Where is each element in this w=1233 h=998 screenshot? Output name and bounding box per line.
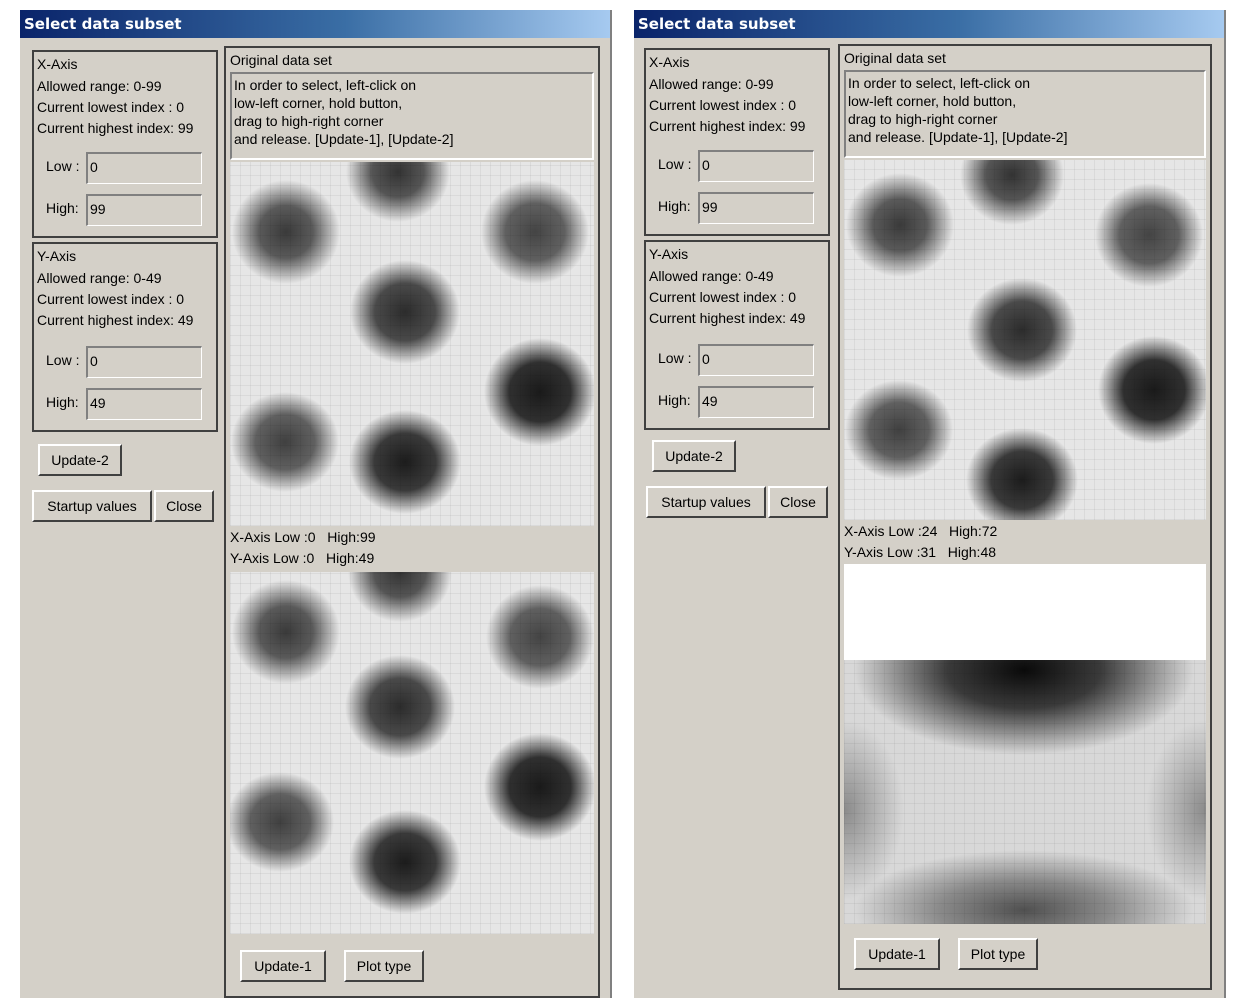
selection-y-readout: Y-Axis Low :0 High:49 — [230, 550, 374, 566]
selection-y-high: High:48 — [947, 544, 997, 560]
plot-pixel-grid — [844, 660, 1206, 924]
startup-values-button[interactable]: Startup values — [32, 490, 152, 522]
y-low-input[interactable]: 0 — [698, 344, 814, 376]
selection-x-low: X-Axis Low :24 — [844, 523, 938, 539]
selection-x-high: High:72 — [949, 523, 998, 539]
original-data-title: Original data set — [230, 52, 332, 68]
blank-plot-area — [844, 564, 1206, 660]
instruction-line: low-left corner, hold button, — [234, 95, 403, 111]
selection-x-readout: X-Axis Low :0 High:99 — [230, 529, 376, 545]
update-1-button[interactable]: Update-1 — [854, 938, 940, 970]
y-high-input[interactable]: 49 — [86, 388, 202, 420]
subset-data-plot — [844, 660, 1206, 924]
instruction-line: drag to high-right corner — [234, 113, 384, 129]
y-current-lowest: Current lowest index : 0 — [649, 289, 797, 305]
x-current-lowest: Current lowest index : 0 — [37, 99, 185, 115]
x-high-input[interactable]: 99 — [86, 194, 202, 226]
instruction-line: In order to select, left-click on — [848, 75, 1031, 91]
original-data-title: Original data set — [844, 50, 946, 66]
instruction-line: In order to select, left-click on — [234, 77, 417, 93]
original-data-plot[interactable] — [230, 162, 594, 526]
original-data-group: Original data set In order to select, le… — [224, 46, 600, 998]
x-axis-group: X-Axis Allowed range: 0-99 Current lowes… — [644, 48, 830, 236]
selection-y-readout: Y-Axis Low :31 High:48 — [844, 544, 996, 560]
x-axis-title: X-Axis — [649, 54, 690, 70]
x-axis-group: X-Axis Allowed range: 0-99 Current lowes… — [32, 50, 218, 238]
y-low-input[interactable]: 0 — [86, 346, 202, 378]
y-current-highest: Current highest index: 49 — [649, 310, 806, 326]
y-axis-group: Y-Axis Allowed range: 0-49 Current lowes… — [32, 242, 218, 432]
subset-data-plot — [230, 572, 594, 934]
plot-pixel-grid — [230, 572, 594, 934]
x-allowed-range: Allowed range: 0-99 — [37, 78, 162, 94]
instruction-line: and release. [Update-1], [Update-2] — [234, 131, 454, 147]
y-high-input[interactable]: 49 — [698, 386, 814, 418]
instructions-box: In order to select, left-click on low-le… — [230, 72, 594, 160]
y-current-lowest: Current lowest index : 0 — [37, 291, 185, 307]
plot-type-button[interactable]: Plot type — [344, 950, 424, 982]
dialog-title: Select data subset — [20, 10, 610, 38]
selection-y-low: Y-Axis Low :31 — [844, 544, 937, 560]
x-high-label: High: — [46, 200, 79, 216]
x-low-input[interactable]: 0 — [698, 150, 814, 182]
x-allowed-range: Allowed range: 0-99 — [649, 76, 774, 92]
y-axis-title: Y-Axis — [37, 248, 77, 264]
original-data-group: Original data set In order to select, le… — [838, 44, 1212, 990]
x-high-label: High: — [658, 198, 691, 214]
y-high-label: High: — [46, 394, 79, 410]
dialog-title: Select data subset — [634, 10, 1224, 38]
startup-values-button[interactable]: Startup values — [646, 486, 766, 518]
y-allowed-range: Allowed range: 0-49 — [649, 268, 774, 284]
x-high-input[interactable]: 99 — [698, 192, 814, 224]
close-button[interactable]: Close — [768, 486, 828, 518]
selection-y-high: High:49 — [325, 550, 375, 566]
instruction-line: and release. [Update-1], [Update-2] — [848, 129, 1068, 145]
dialog-left: Select data subset X-Axis Allowed range:… — [18, 10, 612, 998]
y-low-label: Low : — [46, 352, 80, 368]
x-low-label: Low : — [46, 158, 80, 174]
selection-x-high: High:99 — [327, 529, 376, 545]
plot-type-button[interactable]: Plot type — [958, 938, 1038, 970]
y-high-label: High: — [658, 392, 691, 408]
x-current-highest: Current highest index: 99 — [649, 118, 806, 134]
x-current-highest: Current highest index: 99 — [37, 120, 194, 136]
update-2-button[interactable]: Update-2 — [652, 440, 736, 472]
y-low-label: Low : — [658, 350, 692, 366]
y-current-highest: Current highest index: 49 — [37, 312, 194, 328]
original-data-plot[interactable] — [844, 160, 1206, 520]
selection-y-low: Y-Axis Low :0 — [230, 550, 315, 566]
y-axis-group: Y-Axis Allowed range: 0-49 Current lowes… — [644, 240, 830, 430]
x-low-label: Low : — [658, 156, 692, 172]
instructions-box: In order to select, left-click on low-le… — [844, 70, 1206, 158]
instruction-line: drag to high-right corner — [848, 111, 998, 127]
dialog-right: Select data subset X-Axis Allowed range:… — [632, 10, 1226, 998]
update-1-button[interactable]: Update-1 — [240, 950, 326, 982]
y-allowed-range: Allowed range: 0-49 — [37, 270, 162, 286]
x-axis-title: X-Axis — [37, 56, 78, 72]
plot-pixel-grid — [230, 162, 594, 526]
y-axis-title: Y-Axis — [649, 246, 689, 262]
selection-x-readout: X-Axis Low :24 High:72 — [844, 523, 997, 539]
close-button[interactable]: Close — [154, 490, 214, 522]
instruction-line: low-left corner, hold button, — [848, 93, 1017, 109]
x-current-lowest: Current lowest index : 0 — [649, 97, 797, 113]
x-low-input[interactable]: 0 — [86, 152, 202, 184]
update-2-button[interactable]: Update-2 — [38, 444, 122, 476]
selection-x-low: X-Axis Low :0 — [230, 529, 316, 545]
plot-pixel-grid — [844, 160, 1206, 520]
